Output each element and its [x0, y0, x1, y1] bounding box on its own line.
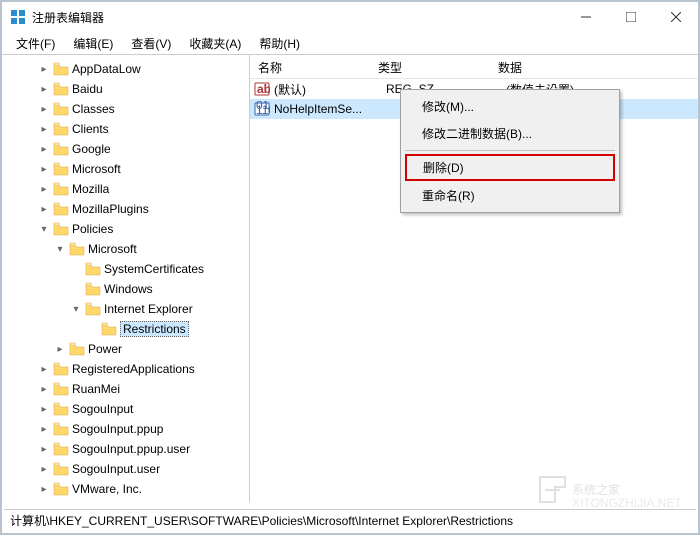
- close-icon: [671, 12, 681, 22]
- tree-node[interactable]: ▸ SogouInput.user: [2, 459, 249, 479]
- expand-icon[interactable]: ▸: [38, 364, 50, 375]
- tree-node[interactable]: ▸ Mozilla: [2, 179, 249, 199]
- tree-label: SogouInput: [72, 402, 133, 416]
- context-menu-separator: [405, 150, 615, 151]
- tree-node[interactable]: ▾ Policies: [2, 219, 249, 239]
- menu-view[interactable]: 查看(V): [123, 33, 179, 54]
- tree-node[interactable]: ▸ Classes: [2, 99, 249, 119]
- tree-label: SogouInput.user: [72, 462, 160, 476]
- tree-label: RegisteredApplications: [72, 362, 195, 376]
- tree-panel[interactable]: ▸ AppDataLow ▸ Baidu ▸ Classes ▸ Clients ▸ Google…: [2, 55, 250, 502]
- expand-icon[interactable]: ▸: [38, 484, 50, 495]
- value-name: (默认): [274, 81, 386, 98]
- svg-text:ab: ab: [257, 82, 270, 96]
- tree-label: Clients: [72, 122, 109, 136]
- menu-help[interactable]: 帮助(H): [251, 33, 308, 54]
- menu-edit[interactable]: 编辑(E): [65, 33, 121, 54]
- expand-icon[interactable]: ▸: [38, 104, 50, 115]
- minimize-button[interactable]: [563, 2, 608, 32]
- window-controls: [563, 2, 698, 32]
- tree-node[interactable]: Windows: [2, 279, 249, 299]
- svg-text:110: 110: [256, 103, 270, 117]
- expand-icon[interactable]: ▸: [38, 424, 50, 435]
- status-path: 计算机\HKEY_CURRENT_USER\SOFTWARE\Policies\…: [10, 512, 513, 529]
- expand-icon[interactable]: ▸: [38, 384, 50, 395]
- statusbar: 计算机\HKEY_CURRENT_USER\SOFTWARE\Policies\…: [4, 509, 696, 531]
- tree-node[interactable]: ▸ RegisteredApplications: [2, 359, 249, 379]
- window-title: 注册表编辑器: [32, 9, 563, 26]
- tree-node[interactable]: ▸ Power: [2, 339, 249, 359]
- tree-node[interactable]: ▸ SogouInput: [2, 399, 249, 419]
- column-data[interactable]: 数据: [490, 55, 698, 78]
- tree-label: Classes: [72, 102, 115, 116]
- expand-icon[interactable]: ▾: [54, 244, 66, 255]
- tree-node[interactable]: ▸ Clients: [2, 119, 249, 139]
- column-type[interactable]: 类型: [370, 55, 490, 78]
- tree-node[interactable]: ▸ RuanMei: [2, 379, 249, 399]
- tree-node[interactable]: ▸ VMware, Inc.: [2, 479, 249, 499]
- column-name[interactable]: 名称: [250, 55, 370, 78]
- expand-icon[interactable]: ▾: [70, 304, 82, 315]
- tree-node[interactable]: ▸ Google: [2, 139, 249, 159]
- expand-icon[interactable]: ▸: [38, 404, 50, 415]
- app-icon: [10, 9, 26, 25]
- tree-label: SogouInput.ppup: [72, 422, 163, 436]
- ctx-rename[interactable]: 重命名(R): [404, 182, 616, 209]
- tree-node[interactable]: ▸ Microsoft: [2, 159, 249, 179]
- menubar: 文件(F) 编辑(E) 查看(V) 收藏夹(A) 帮助(H): [2, 32, 698, 54]
- maximize-icon: [626, 12, 636, 22]
- tree-label: Power: [88, 342, 122, 356]
- content-area: ▸ AppDataLow ▸ Baidu ▸ Classes ▸ Clients ▸ Google…: [2, 54, 698, 502]
- ctx-modify-binary[interactable]: 修改二进制数据(B)...: [404, 120, 616, 147]
- tree-node[interactable]: ▾ Microsoft: [2, 239, 249, 259]
- tree-node[interactable]: ▸ MozillaPlugins: [2, 199, 249, 219]
- menu-file[interactable]: 文件(F): [8, 33, 63, 54]
- tree-label: AppDataLow: [72, 62, 141, 76]
- tree-node[interactable]: ▸ SogouInput.ppup.user: [2, 439, 249, 459]
- titlebar: 注册表编辑器: [2, 2, 698, 32]
- tree-label: SogouInput.ppup.user: [72, 442, 190, 456]
- expand-icon[interactable]: ▸: [38, 144, 50, 155]
- tree-label: Baidu: [72, 82, 103, 96]
- details-panel: 名称 类型 数据 ab(默认)REG_SZ(数值未设置)011110NoHelp…: [250, 55, 698, 502]
- expand-icon[interactable]: ▸: [54, 344, 66, 355]
- tree-label: VMware, Inc.: [72, 482, 142, 496]
- close-button[interactable]: [653, 2, 698, 32]
- expand-icon[interactable]: ▾: [38, 224, 50, 235]
- tree-label: Restrictions: [120, 321, 189, 337]
- column-headers: 名称 类型 数据: [250, 55, 698, 79]
- expand-icon[interactable]: ▸: [38, 84, 50, 95]
- context-menu: 修改(M)... 修改二进制数据(B)... 删除(D) 重命名(R): [400, 89, 620, 213]
- tree-label: Windows: [104, 282, 153, 296]
- tree-label: Policies: [72, 222, 113, 236]
- menu-favorites[interactable]: 收藏夹(A): [181, 33, 249, 54]
- ctx-delete[interactable]: 删除(D): [405, 154, 615, 181]
- expand-icon[interactable]: ▸: [38, 464, 50, 475]
- expand-icon[interactable]: ▸: [38, 444, 50, 455]
- tree-node[interactable]: SystemCertificates: [2, 259, 249, 279]
- tree-label: Mozilla: [72, 182, 109, 196]
- value-name: NoHelpItemSe...: [274, 102, 386, 116]
- tree-node[interactable]: Restrictions: [2, 319, 249, 339]
- tree-node[interactable]: ▸ Baidu: [2, 79, 249, 99]
- tree-node[interactable]: ▾ Internet Explorer: [2, 299, 249, 319]
- tree-label: Google: [72, 142, 111, 156]
- tree-label: SystemCertificates: [104, 262, 204, 276]
- tree-label: RuanMei: [72, 382, 120, 396]
- minimize-icon: [581, 12, 591, 22]
- expand-icon[interactable]: ▸: [38, 64, 50, 75]
- expand-icon[interactable]: ▸: [38, 164, 50, 175]
- ctx-modify[interactable]: 修改(M)...: [404, 93, 616, 120]
- tree-label: MozillaPlugins: [72, 202, 149, 216]
- expand-icon[interactable]: ▸: [38, 184, 50, 195]
- tree-node[interactable]: ▸ SogouInput.ppup: [2, 419, 249, 439]
- tree-node[interactable]: ▸ AppDataLow: [2, 59, 249, 79]
- tree-label: Microsoft: [72, 162, 121, 176]
- tree-label: Microsoft: [88, 242, 137, 256]
- expand-icon[interactable]: ▸: [38, 204, 50, 215]
- maximize-button[interactable]: [608, 2, 653, 32]
- tree-label: Internet Explorer: [104, 302, 193, 316]
- expand-icon[interactable]: ▸: [38, 124, 50, 135]
